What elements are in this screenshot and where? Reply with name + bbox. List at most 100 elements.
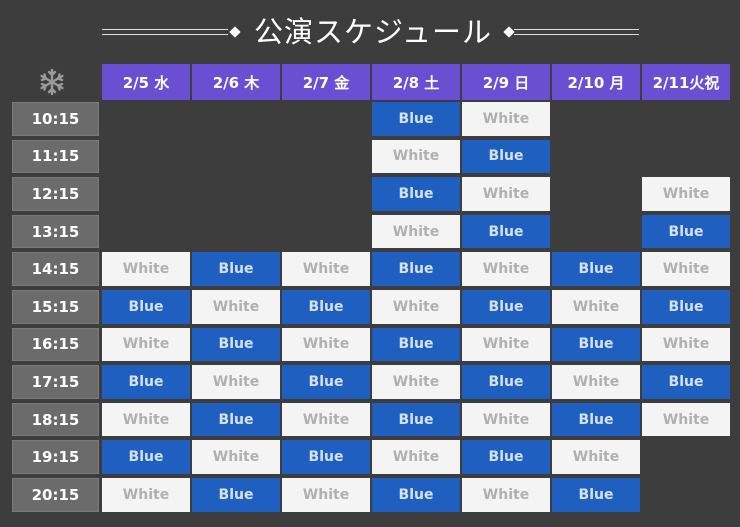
performance-slot-blue[interactable]: Blue	[282, 365, 370, 399]
performance-slot-white[interactable]: White	[462, 327, 550, 362]
performance-slot-blue[interactable]: Blue	[462, 139, 550, 174]
day-header: 2/5 水	[102, 64, 190, 100]
performance-slot-white[interactable]: White	[462, 252, 550, 286]
performance-slot-blue[interactable]: Blue	[372, 177, 460, 211]
empty-slot	[552, 215, 640, 249]
performance-slot-white[interactable]: White	[552, 440, 640, 474]
performance-slot-blue[interactable]: Blue	[192, 477, 280, 512]
performance-slot-white[interactable]: White	[102, 402, 190, 437]
time-label: 11:15	[12, 139, 99, 174]
performance-slot-blue[interactable]: Blue	[462, 289, 550, 324]
performance-slot-white[interactable]: White	[192, 289, 280, 324]
performance-slot-blue[interactable]: Blue	[552, 252, 640, 286]
performance-slot-blue[interactable]: Blue	[372, 327, 460, 362]
empty-slot	[282, 177, 370, 211]
diamond-ornament-left	[229, 26, 241, 38]
time-label: 20:15	[12, 477, 99, 512]
empty-slot	[192, 102, 280, 136]
performance-slot-blue[interactable]: Blue	[552, 477, 640, 512]
performance-slot-white[interactable]: White	[642, 252, 730, 286]
empty-slot	[102, 215, 190, 249]
empty-slot	[192, 215, 280, 249]
performance-slot-blue[interactable]: Blue	[372, 402, 460, 437]
performance-slot-blue[interactable]: Blue	[102, 365, 190, 399]
performance-slot-white[interactable]: White	[642, 327, 730, 362]
empty-slot	[192, 140, 280, 174]
time-label: 12:15	[12, 177, 99, 211]
performance-slot-blue[interactable]: Blue	[372, 102, 460, 136]
empty-slot	[552, 102, 640, 136]
performance-slot-blue[interactable]: Blue	[372, 252, 460, 286]
performance-slot-white[interactable]: White	[102, 252, 190, 286]
empty-slot	[552, 140, 640, 174]
performance-slot-white[interactable]: White	[192, 365, 280, 399]
time-label: 17:15	[12, 365, 99, 399]
empty-slot	[192, 177, 280, 211]
performance-slot-blue[interactable]: Blue	[642, 289, 730, 324]
performance-slot-white[interactable]: White	[282, 477, 370, 512]
performance-slot-white[interactable]: White	[282, 327, 370, 362]
performance-slot-blue[interactable]: Blue	[372, 477, 460, 512]
performance-slot-white[interactable]: White	[372, 365, 460, 399]
performance-slot-blue[interactable]: Blue	[192, 252, 280, 286]
time-label: 18:15	[12, 402, 99, 437]
performance-slot-white[interactable]: White	[372, 139, 460, 174]
performance-slot-white[interactable]: White	[282, 252, 370, 286]
performance-slot-white[interactable]: White	[102, 477, 190, 512]
day-header: 2/9 日	[462, 64, 550, 100]
empty-slot	[282, 140, 370, 174]
performance-slot-white[interactable]: White	[462, 177, 550, 211]
time-label: 13:15	[12, 214, 99, 249]
performance-slot-white[interactable]: White	[282, 402, 370, 437]
schedule-grid: 2/5 水 2/6 木 2/7 金 2/8 土 2/9 日 2/10 月 2/11火祝 10:…	[12, 64, 731, 514]
day-header: 2/10 月	[552, 64, 640, 100]
time-label: 15:15	[12, 289, 99, 324]
performance-slot-blue[interactable]: Blue	[552, 327, 640, 362]
performance-slot-blue[interactable]: Blue	[642, 365, 730, 399]
performance-slot-blue[interactable]: Blue	[192, 402, 280, 437]
title-rule-left	[102, 29, 228, 35]
performance-slot-blue[interactable]: Blue	[462, 365, 550, 399]
day-header: 2/6 木	[192, 64, 280, 100]
day-header: 2/7 金	[282, 64, 370, 100]
empty-slot	[282, 215, 370, 249]
empty-slot	[102, 102, 190, 136]
day-header: 2/11火祝	[642, 64, 730, 100]
performance-slot-white[interactable]: White	[462, 102, 550, 136]
performance-slot-white[interactable]: White	[372, 440, 460, 474]
performance-slot-blue[interactable]: Blue	[462, 440, 550, 474]
time-label: 16:15	[12, 327, 99, 362]
page-title: 公演スケジュール	[254, 15, 492, 49]
corner-cell	[12, 64, 101, 100]
empty-slot	[282, 102, 370, 136]
day-header: 2/8 土	[372, 64, 460, 100]
performance-slot-blue[interactable]: Blue	[282, 289, 370, 324]
performance-slot-white[interactable]: White	[642, 177, 730, 211]
empty-slot	[102, 140, 190, 174]
performance-slot-white[interactable]: White	[552, 289, 640, 324]
performance-slot-blue[interactable]: Blue	[192, 327, 280, 362]
performance-slot-white[interactable]: White	[552, 365, 640, 399]
header: 公演スケジュール	[0, 0, 740, 64]
empty-slot	[102, 177, 190, 211]
empty-slot	[552, 177, 640, 211]
empty-slot	[642, 440, 730, 474]
performance-slot-white[interactable]: White	[462, 477, 550, 512]
empty-slot	[642, 102, 730, 136]
time-label: 10:15	[12, 102, 99, 136]
empty-slot	[642, 140, 730, 174]
performance-slot-white[interactable]: White	[192, 440, 280, 474]
diamond-ornament-right	[503, 26, 515, 38]
performance-slot-blue[interactable]: Blue	[282, 440, 370, 474]
performance-slot-blue[interactable]: Blue	[642, 214, 730, 249]
performance-slot-white[interactable]: White	[642, 402, 730, 437]
performance-slot-white[interactable]: White	[372, 214, 460, 249]
performance-slot-white[interactable]: White	[462, 402, 550, 437]
title-rule-right	[514, 29, 639, 35]
performance-slot-blue[interactable]: Blue	[462, 214, 550, 249]
performance-slot-blue[interactable]: Blue	[102, 440, 190, 474]
performance-slot-white[interactable]: White	[102, 327, 190, 362]
performance-slot-blue[interactable]: Blue	[102, 289, 190, 324]
performance-slot-blue[interactable]: Blue	[552, 402, 640, 437]
performance-slot-white[interactable]: White	[372, 289, 460, 324]
